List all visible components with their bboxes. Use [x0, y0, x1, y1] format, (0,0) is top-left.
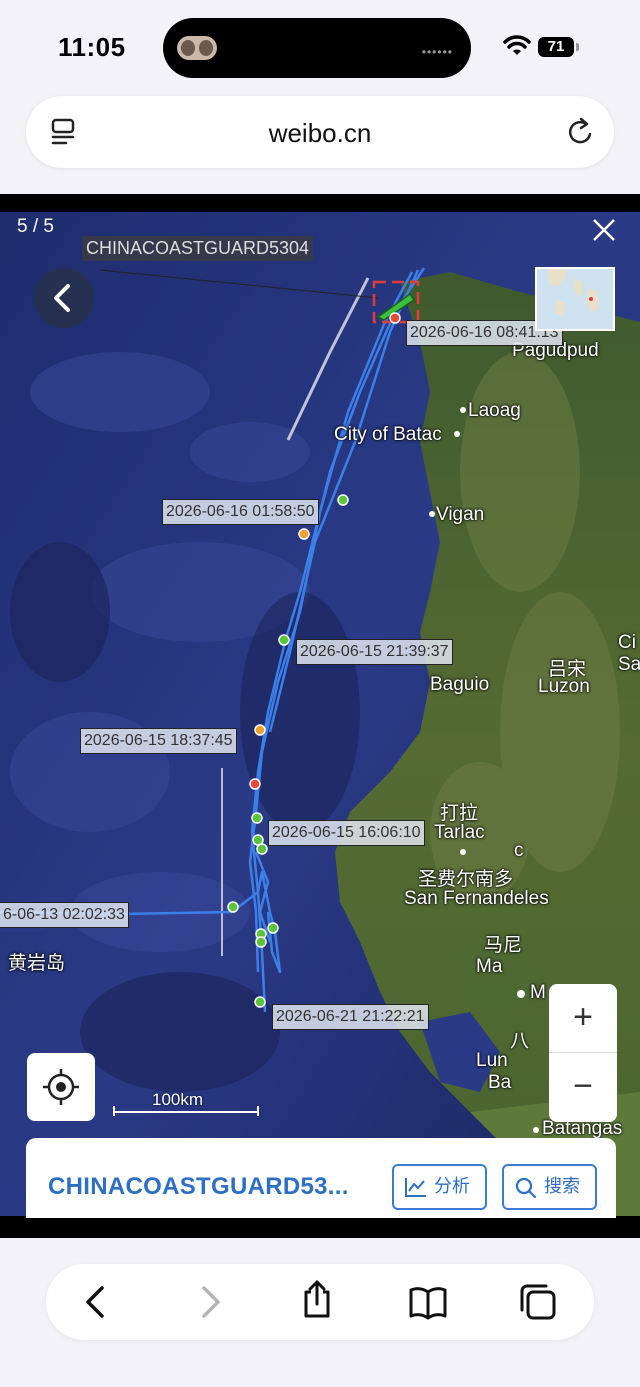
status-bar: 11:05 •••••• 71	[0, 0, 640, 90]
vessel-card: CHINACOASTGUARD53... 分析 搜索	[26, 1138, 616, 1218]
place-tarlac-cn: 打拉	[440, 803, 479, 824]
timestamp-label: 2026-06-15 21:39:37	[296, 639, 453, 665]
vessel-name[interactable]: CHINACOASTGUARD53...	[48, 1173, 349, 1201]
search-label: 搜索	[544, 1176, 580, 1196]
place-sanfernando-cn: 圣费尔南多	[418, 869, 514, 890]
zoom-in-button[interactable]: +	[549, 984, 617, 1052]
place-ci: Ci	[618, 632, 636, 653]
satellite-map[interactable]: Pagudpud Laoag City of Batac Vigan Bagui…	[0, 212, 640, 1216]
timestamp-label: 2026-06-15 18:37:45	[80, 728, 237, 754]
timestamp-label: 2026-06-15 16:06:10	[268, 820, 425, 846]
browser-toolbar	[46, 1264, 594, 1340]
crosshair-icon	[43, 1069, 79, 1105]
timestamp-label: 2026-06-21 21:22:21	[272, 1004, 429, 1030]
analyze-button[interactable]: 分析	[392, 1164, 487, 1210]
place-vigan: Vigan	[436, 504, 485, 525]
image-viewer: Pagudpud Laoag City of Batac Vigan Bagui…	[0, 194, 640, 1238]
place-sanfernando: San Fernandeles	[404, 888, 549, 909]
locate-button[interactable]	[27, 1053, 95, 1121]
place-laoag: Laoag	[468, 400, 521, 421]
place-manila-cn: 马尼	[484, 935, 523, 956]
place-luzon: Luzon	[538, 676, 590, 697]
place-batac: City of Batac	[334, 424, 442, 445]
place-lun: Lun	[476, 1050, 508, 1071]
dynamic-island: ••••••	[163, 18, 471, 78]
battery-icon: 71	[538, 37, 574, 57]
forward-arrow-icon[interactable]	[196, 1282, 224, 1322]
scale-bar	[113, 1106, 259, 1116]
bookmarks-icon[interactable]	[408, 1282, 448, 1322]
avatar	[177, 36, 217, 60]
place-m: M	[530, 982, 546, 1003]
overview-minimap[interactable]	[535, 267, 615, 331]
place-huangyan: 黄岩岛	[8, 953, 66, 974]
zoom-control: + −	[549, 984, 617, 1122]
image-counter: 5 / 5	[17, 216, 54, 237]
chart-icon	[405, 1178, 426, 1197]
activity-dots: ••••••	[421, 45, 453, 59]
search-icon	[515, 1177, 537, 1198]
place-sa: Sa	[618, 654, 640, 675]
timestamp-label: 2026-06-16 01:58:50	[162, 499, 319, 525]
place-manila: Ma	[476, 956, 503, 977]
ship-name-label: CHINACOASTGUARD5304	[82, 236, 314, 261]
search-button[interactable]: 搜索	[502, 1164, 597, 1210]
place-tarlac: Tarlac	[434, 822, 485, 843]
clock: 11:05	[58, 32, 126, 62]
back-arrow-icon[interactable]	[82, 1282, 110, 1322]
zoom-out-button[interactable]: −	[549, 1052, 617, 1121]
place-baguio: Baguio	[430, 674, 490, 695]
wifi-icon	[503, 35, 531, 55]
place-c: c	[514, 840, 524, 861]
tabs-icon[interactable]	[518, 1282, 558, 1322]
share-icon[interactable]	[300, 1278, 334, 1320]
url-text[interactable]: weibo.cn	[26, 118, 614, 149]
address-bar[interactable]: weibo.cn	[26, 96, 614, 168]
place-ba: Ba	[488, 1072, 512, 1093]
place-ba8: 八	[510, 1031, 530, 1052]
minimap-graphics	[537, 269, 613, 329]
map-graphics	[0, 212, 640, 1216]
back-button[interactable]	[34, 268, 94, 328]
chevron-left-icon	[54, 284, 70, 312]
reload-icon[interactable]	[566, 116, 596, 148]
analyze-label: 分析	[434, 1176, 470, 1196]
battery-tip	[576, 43, 579, 51]
close-icon[interactable]	[590, 216, 618, 244]
timestamp-label: 6-06-13 02:02:33	[0, 902, 129, 928]
